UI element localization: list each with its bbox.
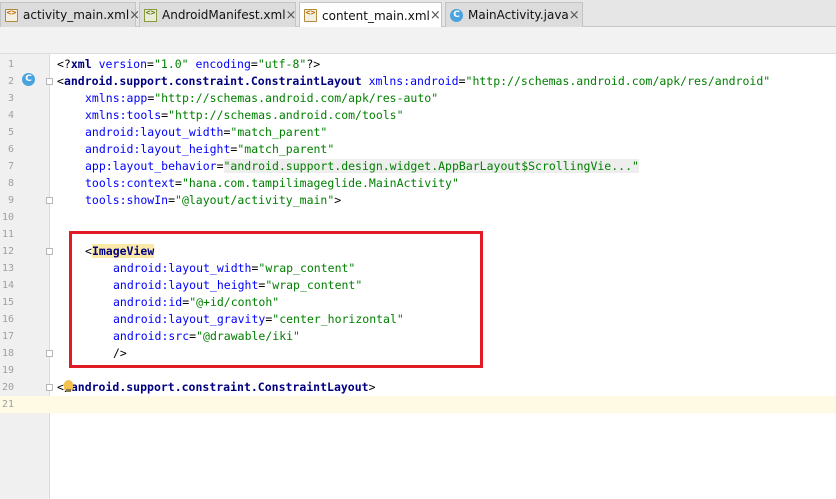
tab-activity-main-xml[interactable]: activity_main.xml ×: [0, 2, 140, 27]
editor-tab-bar: activity_main.xml × AndroidManifest.xml …: [0, 0, 836, 28]
code-line-5: android:layout_width="match_parent": [85, 124, 327, 141]
line-number: 15: [1, 297, 14, 308]
current-line-highlight: [0, 396, 836, 413]
token: xmlns:tools: [85, 108, 162, 122]
close-icon[interactable]: ×: [286, 8, 297, 23]
tab-label: MainActivity.java: [468, 8, 569, 22]
token: android.support.constraint.ConstraintLay…: [63, 74, 362, 88]
token: tools:context: [85, 176, 176, 190]
folded-value-token[interactable]: "android.support.design.widget.AppBarLay…: [223, 159, 639, 173]
token: =: [250, 57, 258, 71]
tab-label: content_main.xml: [322, 8, 430, 23]
token: <: [57, 380, 64, 394]
token: ?>: [306, 57, 321, 71]
fold-marker-icon[interactable]: [46, 248, 53, 255]
tab-main-activity-java[interactable]: C MainActivity.java ×: [445, 2, 583, 27]
line-number: 6: [7, 144, 14, 155]
line-number: 1: [7, 59, 14, 70]
line-number: 5: [7, 127, 14, 138]
token: =: [458, 74, 466, 88]
java-class-icon: C: [450, 8, 463, 22]
line-number: 7: [7, 161, 14, 172]
token: "match_parent": [230, 125, 328, 139]
line-number: 2: [7, 76, 14, 87]
token: =: [175, 176, 182, 190]
token: >: [368, 380, 376, 394]
line-number: 18: [1, 348, 14, 359]
token: encoding: [188, 57, 251, 71]
token: version: [91, 57, 148, 71]
xml-file-icon: [5, 8, 18, 22]
token: =: [168, 193, 176, 207]
token: <?: [57, 57, 71, 71]
token: "@layout/activity_main": [175, 193, 335, 207]
token: app:layout_behavior: [85, 159, 217, 173]
line-number: 13: [1, 263, 14, 274]
line-number: 4: [7, 110, 14, 121]
annotation-highlight-box: [69, 231, 483, 368]
lightbulb-icon[interactable]: [64, 380, 73, 392]
token: <: [57, 74, 64, 88]
line-number: 12: [1, 246, 14, 257]
token: =: [216, 159, 224, 173]
line-number: 3: [7, 93, 14, 104]
token: android:layout_height: [85, 142, 231, 156]
fold-marker-icon[interactable]: [46, 197, 53, 204]
code-line-2: <android.support.constraint.ConstraintLa…: [57, 73, 770, 90]
token: "1.0": [153, 57, 189, 71]
token: "hana.com.tampilimageglide.MainActivity": [181, 176, 459, 190]
token: tools:showIn: [85, 193, 169, 207]
token: >: [334, 193, 342, 207]
class-gutter-icon[interactable]: C: [22, 73, 35, 86]
token: "http://schemas.android.com/apk/res-auto…: [154, 91, 439, 105]
line-number: 21: [1, 399, 14, 410]
close-icon[interactable]: ×: [430, 8, 441, 23]
line-number: 9: [7, 195, 14, 206]
token: "match_parent": [237, 142, 335, 156]
tab-label: activity_main.xml: [23, 8, 130, 22]
token: "http://schemas.android.com/tools": [168, 108, 404, 122]
tab-content-main-xml[interactable]: content_main.xml ×: [299, 2, 442, 28]
line-number: 19: [1, 365, 14, 376]
fold-marker-icon[interactable]: [46, 350, 53, 357]
line-number: 14: [1, 280, 14, 291]
line-number: 20: [1, 382, 14, 393]
xml-file-icon: [304, 8, 317, 22]
code-line-20: </android.support.constraint.ConstraintL…: [57, 379, 376, 396]
code-line-9: tools:showIn="@layout/activity_main">: [85, 192, 341, 209]
fold-marker-icon[interactable]: [46, 384, 53, 391]
tab-android-manifest-xml[interactable]: AndroidManifest.xml ×: [139, 2, 296, 27]
code-line-8: tools:context="hana.com.tampilimageglide…: [85, 175, 459, 192]
token: /android.support.constraint.ConstraintLa…: [63, 380, 369, 394]
token: android:layout_width: [85, 125, 224, 139]
line-number: 11: [1, 229, 14, 240]
tab-label: AndroidManifest.xml: [162, 8, 286, 22]
code-line-6: android:layout_height="match_parent": [85, 141, 334, 158]
token: "utf-8": [257, 57, 307, 71]
line-number: 8: [7, 178, 14, 189]
code-line-4: xmlns:tools="http://schemas.android.com/…: [85, 107, 404, 124]
code-line-1: <?xml version="1.0" encoding="utf-8"?>: [57, 56, 320, 73]
close-icon[interactable]: ×: [569, 8, 580, 23]
code-line-7: app:layout_behavior="android.support.des…: [85, 158, 639, 175]
line-number: 10: [1, 212, 14, 223]
breadcrumb-bar: [0, 27, 836, 54]
token: xmlns:app: [85, 91, 148, 105]
fold-marker-icon[interactable]: [46, 78, 53, 85]
token: xml: [70, 57, 92, 71]
line-number: 17: [1, 331, 14, 342]
line-number: 16: [1, 314, 14, 325]
manifest-file-icon: [144, 8, 157, 22]
token: "http://schemas.android.com/apk/res/andr…: [465, 74, 771, 88]
code-line-3: xmlns:app="http://schemas.android.com/ap…: [85, 90, 438, 107]
token: =: [147, 57, 154, 71]
token: xmlns:android: [361, 74, 459, 88]
